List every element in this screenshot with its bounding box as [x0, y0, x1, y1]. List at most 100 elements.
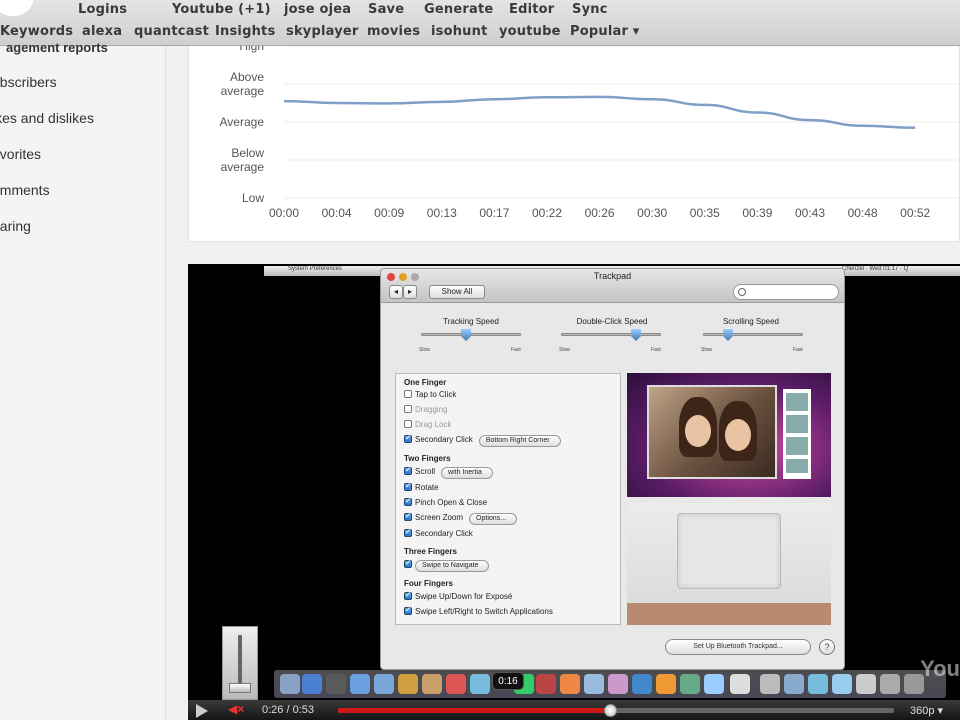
checkbox-checked-icon [404, 605, 412, 615]
bookmark-quantcast[interactable]: quantcast [134, 24, 209, 39]
dock-app-icon [584, 674, 604, 694]
mute-icon[interactable]: ◀× [228, 702, 244, 716]
sidebar-item-comments[interactable]: omments [0, 182, 50, 198]
bookmark-insights[interactable]: Insights [215, 24, 275, 39]
dock-app-icon [704, 674, 724, 694]
dock-app-icon [560, 674, 580, 694]
secondary-click-two-option: Secondary Click [404, 527, 473, 538]
play-icon[interactable] [196, 704, 208, 718]
dock-app-icon [470, 674, 490, 694]
bookmark-skyplayer[interactable]: skyplayer [286, 24, 359, 39]
chart-x-tick-label: 00:04 [322, 206, 352, 220]
bookmark-popular-menu[interactable]: Popular ▾ [570, 24, 640, 39]
chart-x-tick-label: 00:43 [795, 206, 825, 220]
secondary-click-one-option: Secondary Click Bottom Right Corner [404, 433, 561, 447]
gesture-list: One Finger Tap to Click Dragging Drag Lo… [395, 373, 621, 625]
chart-x-tick-label: 00:17 [479, 206, 509, 220]
checkbox-icon [404, 390, 412, 398]
rotate-label: Rotate [415, 483, 439, 492]
dock-app-icon [280, 674, 300, 694]
dock-app-icon [446, 674, 466, 694]
sidebar-item-sharing[interactable]: haring [0, 218, 31, 234]
quality-selector[interactable]: 360p ▾ [910, 704, 943, 717]
prefs-search-field [733, 284, 839, 300]
tap-to-click-option: Tap to Click [404, 390, 456, 399]
browser-logo-icon[interactable] [0, 0, 34, 16]
bookmark-logins[interactable]: Logins [78, 2, 127, 17]
bookmark-jose-ojea[interactable]: jose ojea [284, 2, 351, 17]
sidebar-item-likes-dislikes[interactable]: ikes and dislikes [0, 110, 94, 126]
drag-lock-option: Drag Lock [404, 420, 451, 429]
chart-x-tick-label: 00:52 [900, 206, 930, 220]
swipe-leftright-option: Swipe Left/Right to Switch Applications [404, 605, 553, 616]
trackpad-illustration [627, 503, 831, 625]
dock-app-icon [350, 674, 370, 694]
swipe-navigate-popup: Swipe to Navigate [415, 560, 490, 572]
show-all-button: Show All [429, 285, 485, 299]
bookmark-movies[interactable]: movies [367, 24, 420, 39]
progress-scrubber[interactable] [604, 704, 618, 717]
bookmark-keywords[interactable]: Keywords [0, 24, 73, 39]
pinch-option: Pinch Open & Close [404, 496, 487, 507]
volume-slider[interactable] [222, 626, 258, 700]
gesture-preview-image [627, 373, 831, 497]
tracking-speed-track [421, 333, 521, 336]
bookmarks-bar: Logins Youtube (+1) jose ojea Save Gener… [0, 0, 960, 46]
dock-app-icon [808, 674, 828, 694]
photo-thumbnails [783, 389, 811, 479]
help-icon: ? [819, 639, 835, 655]
sidebar-heading: agement reports [6, 40, 108, 55]
progress-bar[interactable] [338, 704, 894, 717]
time-display: 0:26 / 0:53 [262, 704, 314, 716]
window-title: Trackpad [593, 271, 632, 281]
scrolling-speed-knob [723, 329, 733, 341]
double-click-speed-label: Double-Click Speed [576, 317, 648, 326]
hover-time-tooltip: 0:16 [492, 672, 524, 690]
checkbox-checked-icon [404, 496, 412, 506]
double-click-speed-max: Fast [651, 347, 661, 353]
dock-app-icon [398, 674, 418, 694]
thumbnail [786, 415, 808, 433]
bookmark-isohunt[interactable]: isohunt [431, 24, 488, 39]
checkbox-checked-icon [404, 511, 412, 521]
dock-app-icon [760, 674, 780, 694]
bookmark-youtube-plus[interactable]: Youtube (+1) [172, 2, 271, 17]
dragging-option: Dragging [404, 405, 447, 414]
bookmark-generate[interactable]: Generate [424, 2, 493, 17]
volume-knob[interactable] [229, 683, 251, 693]
chart-series-line [283, 95, 916, 129]
checkbox-icon [404, 405, 412, 413]
three-fingers-heading: Three Fingers [404, 547, 457, 556]
search-icon [738, 288, 746, 296]
four-fingers-heading: Four Fingers [404, 579, 453, 588]
rotate-option: Rotate [404, 481, 439, 492]
scrolling-speed-min: Slow [701, 347, 712, 353]
video-player[interactable]: System Preferences Chenzel · Wed 01:17 ·… [188, 264, 960, 720]
scrolling-speed-track [703, 333, 803, 336]
two-fingers-heading: Two Fingers [404, 454, 451, 463]
bookmark-save[interactable]: Save [368, 2, 404, 17]
dragging-label: Dragging [415, 405, 448, 414]
chart-x-tick-label: 00:39 [742, 206, 772, 220]
progress-fill [338, 708, 611, 713]
photo-preview [647, 385, 777, 479]
tracking-speed-min: Slow [419, 347, 430, 353]
bookmark-sync[interactable]: Sync [572, 2, 608, 17]
bookmark-youtube[interactable]: youtube [499, 24, 561, 39]
dock-app-icon [374, 674, 394, 694]
youtube-watermark: You [920, 656, 960, 681]
bookmark-alexa[interactable]: alexa [82, 24, 122, 39]
bookmark-editor[interactable]: Editor [509, 2, 554, 17]
scroll-label: Scroll [415, 467, 436, 476]
screen-zoom-options-button: Options... [469, 513, 517, 525]
chart-y-tick-label: Low [242, 191, 264, 205]
thumbnail [786, 437, 808, 455]
engagement-line-chart: High Above average Average Below average Low 00… [220, 46, 960, 220]
sidebar-item-subscribers[interactable]: ubscribers [0, 74, 57, 90]
nav-back-button: ◂ [389, 285, 403, 299]
dock-app-icon [832, 674, 852, 694]
sidebar-item-favorites[interactable]: avorites [0, 146, 41, 162]
time-separator: / [283, 704, 293, 716]
tap-to-click-label: Tap to Click [415, 390, 457, 399]
double-click-speed-track [561, 333, 661, 336]
